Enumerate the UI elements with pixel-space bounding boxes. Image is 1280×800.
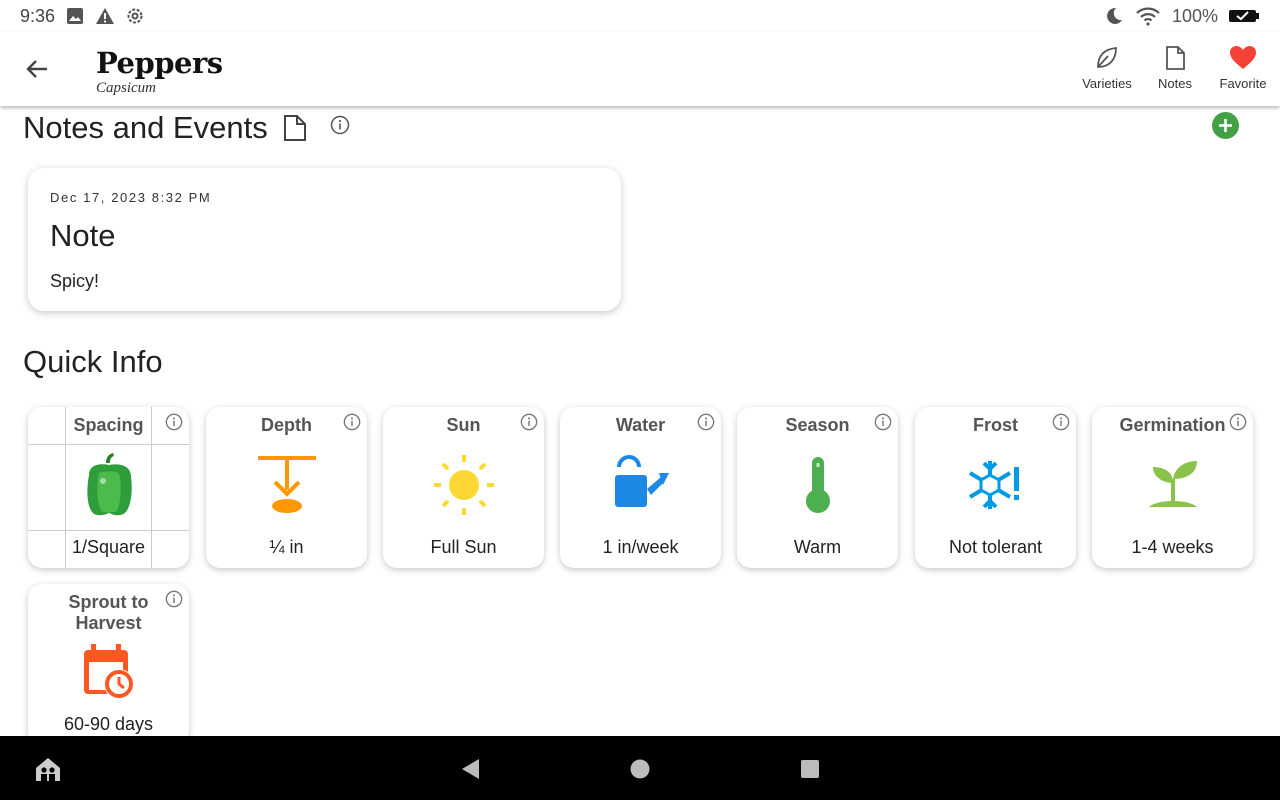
info-icon[interactable] xyxy=(1052,413,1070,436)
grid-line xyxy=(28,530,189,531)
note-title: Note xyxy=(50,218,116,253)
notes-info-icon[interactable] xyxy=(330,115,350,135)
favorite-button[interactable]: Favorite xyxy=(1212,44,1274,91)
notes-section-header: Notes and Events xyxy=(23,110,350,146)
quick-info-title: Quick Info xyxy=(23,344,163,379)
varieties-label: Varieties xyxy=(1082,76,1132,91)
quick-info-value: Full Sun xyxy=(430,537,497,557)
quick-info-value: ¼ in xyxy=(269,537,304,557)
quick-info-card-frost[interactable]: Frost Not tolerant xyxy=(915,407,1076,568)
note-date: Dec 17, 2023 8:32 PM xyxy=(50,190,212,205)
watering-can-icon xyxy=(607,451,675,519)
quick-info-value: Not tolerant xyxy=(948,537,1043,557)
favorite-label: Favorite xyxy=(1219,76,1267,91)
quick-info-value: 1/Square xyxy=(71,537,146,557)
settings-icon xyxy=(125,6,145,26)
nav-home-button[interactable] xyxy=(627,756,653,782)
notes-button[interactable]: Notes xyxy=(1144,44,1206,91)
warning-icon xyxy=(95,6,115,26)
moon-icon xyxy=(1104,6,1124,26)
pepper-icon xyxy=(75,451,143,519)
plus-icon xyxy=(1219,119,1232,132)
battery-icon xyxy=(1228,6,1260,26)
system-nav-bar xyxy=(0,736,1280,800)
quick-info-card-sprout-to-harvest[interactable]: Sprout to Harvest 60-90 days xyxy=(28,584,189,736)
info-icon[interactable] xyxy=(520,413,538,436)
content-area[interactable]: Notes and Events Dec 17, 2023 8:32 PM No… xyxy=(0,106,1280,736)
sun-icon xyxy=(430,451,498,519)
note-icon xyxy=(282,114,308,142)
circle-home-icon xyxy=(630,759,650,779)
quick-info-card-germination[interactable]: Germination 1-4 weeks xyxy=(1092,407,1253,568)
leaf-icon xyxy=(1097,47,1117,68)
quick-info-card-sun[interactable]: Sun Full Sun xyxy=(383,407,544,568)
note-icon xyxy=(1166,46,1185,70)
quick-info-value: 1-4 weeks xyxy=(1131,537,1214,557)
info-icon[interactable] xyxy=(697,413,715,436)
quick-info-card-depth[interactable]: Depth ¼ in xyxy=(206,407,367,568)
thermometer-icon xyxy=(784,451,852,519)
quick-info-label: Sprout to Harvest xyxy=(68,592,149,633)
quick-info-header: Quick Info xyxy=(23,344,163,380)
info-icon[interactable] xyxy=(343,413,361,436)
status-bar: 9:36 100% xyxy=(0,0,1280,32)
back-button[interactable] xyxy=(22,54,52,84)
quick-info-value: 60-90 days xyxy=(63,714,154,734)
note-body: Spicy! xyxy=(50,271,100,291)
title-block: Peppers Capsicum xyxy=(96,46,223,96)
info-icon[interactable] xyxy=(874,413,892,436)
arrow-left-icon xyxy=(26,60,47,78)
snowflake-alert-icon xyxy=(962,451,1030,519)
square-recents-icon xyxy=(801,760,819,778)
info-icon[interactable] xyxy=(165,413,183,436)
page-subtitle: Capsicum xyxy=(96,80,156,96)
sprout-icon xyxy=(1139,451,1207,519)
quick-info-value: 1 in/week xyxy=(602,537,679,557)
notes-section-title: Notes and Events xyxy=(23,110,268,145)
note-card[interactable]: Dec 17, 2023 8:32 PM Note Spicy! xyxy=(28,168,621,311)
quick-info-card-spacing[interactable]: Spacing 1/Square xyxy=(28,407,189,568)
varieties-button[interactable]: Varieties xyxy=(1076,44,1138,91)
image-icon xyxy=(65,6,85,26)
app-bar: Peppers Capsicum Varieties Notes Favorit… xyxy=(0,32,1280,106)
grid-line xyxy=(28,444,189,445)
battery-percent: 100% xyxy=(1171,5,1218,26)
add-note-button[interactable] xyxy=(1212,112,1239,139)
home-app-button[interactable] xyxy=(34,756,62,782)
calendar-clock-icon xyxy=(75,638,143,706)
triangle-back-icon xyxy=(462,759,479,779)
quick-info-card-water[interactable]: Water 1 in/week xyxy=(560,407,721,568)
heart-icon xyxy=(1230,46,1256,69)
status-time: 9:36 xyxy=(20,5,56,26)
nav-back-button[interactable] xyxy=(457,756,483,782)
notes-label: Notes xyxy=(1158,76,1192,91)
page-title: Peppers xyxy=(96,46,223,80)
wifi-icon xyxy=(1134,6,1162,26)
info-icon[interactable] xyxy=(165,590,183,613)
home-people-icon xyxy=(36,758,60,781)
depth-icon xyxy=(253,451,321,519)
quick-info-card-season[interactable]: Season Warm xyxy=(737,407,898,568)
nav-recents-button[interactable] xyxy=(797,756,823,782)
info-icon[interactable] xyxy=(1229,413,1247,436)
quick-info-value: Warm xyxy=(793,537,842,557)
